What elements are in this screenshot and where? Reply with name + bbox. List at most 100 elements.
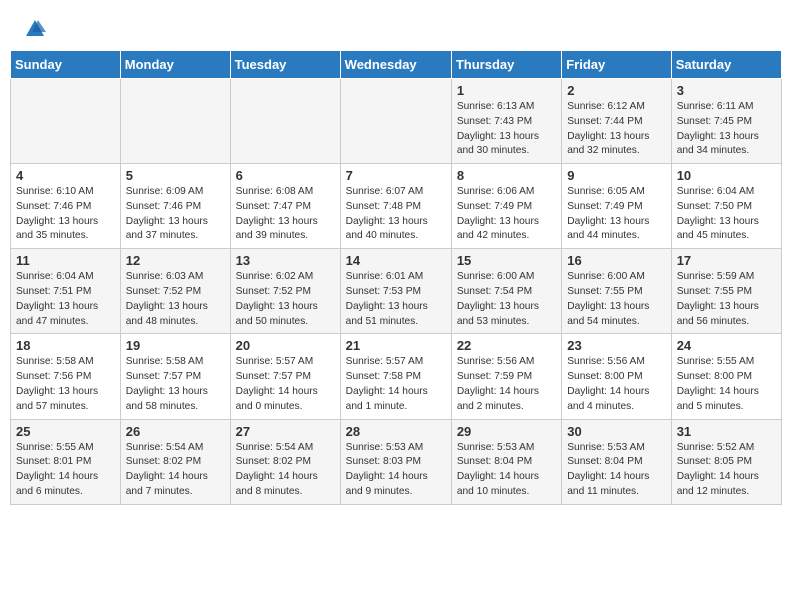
day-number: 8	[457, 168, 556, 183]
cell-content: Sunrise: 5:55 AM Sunset: 8:00 PM Dayligh…	[677, 355, 776, 414]
calendar-cell	[120, 79, 230, 164]
day-number: 30	[567, 424, 665, 439]
cell-content: Sunrise: 5:56 AM Sunset: 7:59 PM Dayligh…	[457, 355, 556, 414]
calendar-cell: 23 Sunrise: 5:56 AM Sunset: 8:00 PM Dayli…	[562, 334, 671, 419]
calendar-week-4: 18Sunrise: 5:58 AM Sunset: 7:56 PM Dayli…	[11, 334, 782, 419]
day-number: 31	[677, 424, 776, 439]
day-number: 9	[567, 168, 665, 183]
day-number: 27	[236, 424, 335, 439]
cell-content: Sunrise: 5:54 AM Sunset: 8:02 PM Dayligh…	[126, 441, 225, 500]
weekday-header-saturday: Saturday	[671, 51, 781, 79]
logo	[20, 18, 50, 40]
day-number: 24	[677, 338, 776, 353]
calendar-table: SundayMondayTuesdayWednesdayThursdayFrid…	[10, 50, 782, 505]
cell-content: Sunrise: 6:02 AM Sunset: 7:52 PM Dayligh…	[236, 270, 335, 329]
cell-content: Sunrise: 6:04 AM Sunset: 7:51 PM Dayligh…	[16, 270, 115, 329]
calendar-week-1: 1 Sunrise: 6:13 AM Sunset: 7:43 PM Daylig…	[11, 79, 782, 164]
calendar-cell: 28 Sunrise: 5:53 AM Sunset: 8:03 PM Dayli…	[340, 419, 451, 504]
day-number: 14	[346, 253, 446, 268]
day-number: 2	[567, 83, 665, 98]
calendar-cell: 22 Sunrise: 5:56 AM Sunset: 7:59 PM Dayli…	[451, 334, 561, 419]
weekday-header-wednesday: Wednesday	[340, 51, 451, 79]
cell-content: Sunrise: 6:07 AM Sunset: 7:48 PM Dayligh…	[346, 185, 446, 244]
day-number: 6	[236, 168, 335, 183]
cell-content: Sunrise: 5:53 AM Sunset: 8:04 PM Dayligh…	[567, 441, 665, 500]
calendar-cell: 29Sunrise: 5:53 AM Sunset: 8:04 PM Dayli…	[451, 419, 561, 504]
day-number: 15	[457, 253, 556, 268]
day-number: 11	[16, 253, 115, 268]
calendar-week-3: 11 Sunrise: 6:04 AM Sunset: 7:51 PM Dayli…	[11, 249, 782, 334]
day-number: 7	[346, 168, 446, 183]
calendar-cell: 9 Sunrise: 6:05 AM Sunset: 7:49 PM Daylig…	[562, 164, 671, 249]
calendar-cell: 30 Sunrise: 5:53 AM Sunset: 8:04 PM Dayli…	[562, 419, 671, 504]
day-number: 25	[16, 424, 115, 439]
cell-content: Sunrise: 5:57 AM Sunset: 7:57 PM Dayligh…	[236, 355, 335, 414]
page-header	[10, 10, 782, 44]
cell-content: Sunrise: 6:03 AM Sunset: 7:52 PM Dayligh…	[126, 270, 225, 329]
calendar-cell: 19Sunrise: 5:58 AM Sunset: 7:57 PM Dayli…	[120, 334, 230, 419]
calendar-cell: 25 Sunrise: 5:55 AM Sunset: 8:01 PM Dayli…	[11, 419, 121, 504]
weekday-header-thursday: Thursday	[451, 51, 561, 79]
day-number: 10	[677, 168, 776, 183]
day-number: 20	[236, 338, 335, 353]
calendar-cell: 21Sunrise: 5:57 AM Sunset: 7:58 PM Dayli…	[340, 334, 451, 419]
calendar-cell: 4Sunrise: 6:10 AM Sunset: 7:46 PM Daylig…	[11, 164, 121, 249]
calendar-body: 1 Sunrise: 6:13 AM Sunset: 7:43 PM Daylig…	[11, 79, 782, 505]
cell-content: Sunrise: 5:53 AM Sunset: 8:03 PM Dayligh…	[346, 441, 446, 500]
day-number: 23	[567, 338, 665, 353]
cell-content: Sunrise: 5:56 AM Sunset: 8:00 PM Dayligh…	[567, 355, 665, 414]
calendar-cell: 26 Sunrise: 5:54 AM Sunset: 8:02 PM Dayli…	[120, 419, 230, 504]
calendar-cell: 8 Sunrise: 6:06 AM Sunset: 7:49 PM Daylig…	[451, 164, 561, 249]
calendar-cell: 1 Sunrise: 6:13 AM Sunset: 7:43 PM Daylig…	[451, 79, 561, 164]
weekday-header-monday: Monday	[120, 51, 230, 79]
logo-icon	[24, 18, 46, 40]
day-number: 12	[126, 253, 225, 268]
calendar-cell: 20 Sunrise: 5:57 AM Sunset: 7:57 PM Dayli…	[230, 334, 340, 419]
cell-content: Sunrise: 6:00 AM Sunset: 7:55 PM Dayligh…	[567, 270, 665, 329]
cell-content: Sunrise: 5:54 AM Sunset: 8:02 PM Dayligh…	[236, 441, 335, 500]
calendar-cell: 3 Sunrise: 6:11 AM Sunset: 7:45 PM Daylig…	[671, 79, 781, 164]
cell-content: Sunrise: 5:55 AM Sunset: 8:01 PM Dayligh…	[16, 441, 115, 500]
cell-content: Sunrise: 6:06 AM Sunset: 7:49 PM Dayligh…	[457, 185, 556, 244]
cell-content: Sunrise: 6:00 AM Sunset: 7:54 PM Dayligh…	[457, 270, 556, 329]
day-number: 3	[677, 83, 776, 98]
day-number: 17	[677, 253, 776, 268]
calendar-cell: 12 Sunrise: 6:03 AM Sunset: 7:52 PM Dayli…	[120, 249, 230, 334]
weekday-header-sunday: Sunday	[11, 51, 121, 79]
calendar-cell: 31 Sunrise: 5:52 AM Sunset: 8:05 PM Dayli…	[671, 419, 781, 504]
cell-content: Sunrise: 5:58 AM Sunset: 7:56 PM Dayligh…	[16, 355, 115, 414]
calendar-cell: 18Sunrise: 5:58 AM Sunset: 7:56 PM Dayli…	[11, 334, 121, 419]
calendar-cell: 2 Sunrise: 6:12 AM Sunset: 7:44 PM Daylig…	[562, 79, 671, 164]
calendar-cell	[230, 79, 340, 164]
cell-content: Sunrise: 6:12 AM Sunset: 7:44 PM Dayligh…	[567, 100, 665, 159]
cell-content: Sunrise: 6:13 AM Sunset: 7:43 PM Dayligh…	[457, 100, 556, 159]
cell-content: Sunrise: 5:58 AM Sunset: 7:57 PM Dayligh…	[126, 355, 225, 414]
weekday-header-friday: Friday	[562, 51, 671, 79]
calendar-cell: 10 Sunrise: 6:04 AM Sunset: 7:50 PM Dayli…	[671, 164, 781, 249]
cell-content: Sunrise: 6:04 AM Sunset: 7:50 PM Dayligh…	[677, 185, 776, 244]
day-number: 4	[16, 168, 115, 183]
calendar-cell: 16Sunrise: 6:00 AM Sunset: 7:55 PM Dayli…	[562, 249, 671, 334]
cell-content: Sunrise: 6:01 AM Sunset: 7:53 PM Dayligh…	[346, 270, 446, 329]
day-number: 22	[457, 338, 556, 353]
calendar-week-5: 25 Sunrise: 5:55 AM Sunset: 8:01 PM Dayli…	[11, 419, 782, 504]
calendar-cell	[340, 79, 451, 164]
calendar-cell: 15 Sunrise: 6:00 AM Sunset: 7:54 PM Dayli…	[451, 249, 561, 334]
cell-content: Sunrise: 5:59 AM Sunset: 7:55 PM Dayligh…	[677, 270, 776, 329]
day-number: 26	[126, 424, 225, 439]
calendar-cell: 27 Sunrise: 5:54 AM Sunset: 8:02 PM Dayli…	[230, 419, 340, 504]
calendar-cell: 5Sunrise: 6:09 AM Sunset: 7:46 PM Daylig…	[120, 164, 230, 249]
calendar-cell: 17 Sunrise: 5:59 AM Sunset: 7:55 PM Dayli…	[671, 249, 781, 334]
weekday-header-tuesday: Tuesday	[230, 51, 340, 79]
cell-content: Sunrise: 5:52 AM Sunset: 8:05 PM Dayligh…	[677, 441, 776, 500]
cell-content: Sunrise: 6:08 AM Sunset: 7:47 PM Dayligh…	[236, 185, 335, 244]
cell-content: Sunrise: 6:05 AM Sunset: 7:49 PM Dayligh…	[567, 185, 665, 244]
day-number: 13	[236, 253, 335, 268]
day-number: 1	[457, 83, 556, 98]
calendar-week-2: 4Sunrise: 6:10 AM Sunset: 7:46 PM Daylig…	[11, 164, 782, 249]
day-number: 28	[346, 424, 446, 439]
calendar-cell	[11, 79, 121, 164]
calendar-cell: 7 Sunrise: 6:07 AM Sunset: 7:48 PM Daylig…	[340, 164, 451, 249]
cell-content: Sunrise: 6:11 AM Sunset: 7:45 PM Dayligh…	[677, 100, 776, 159]
cell-content: Sunrise: 6:09 AM Sunset: 7:46 PM Dayligh…	[126, 185, 225, 244]
